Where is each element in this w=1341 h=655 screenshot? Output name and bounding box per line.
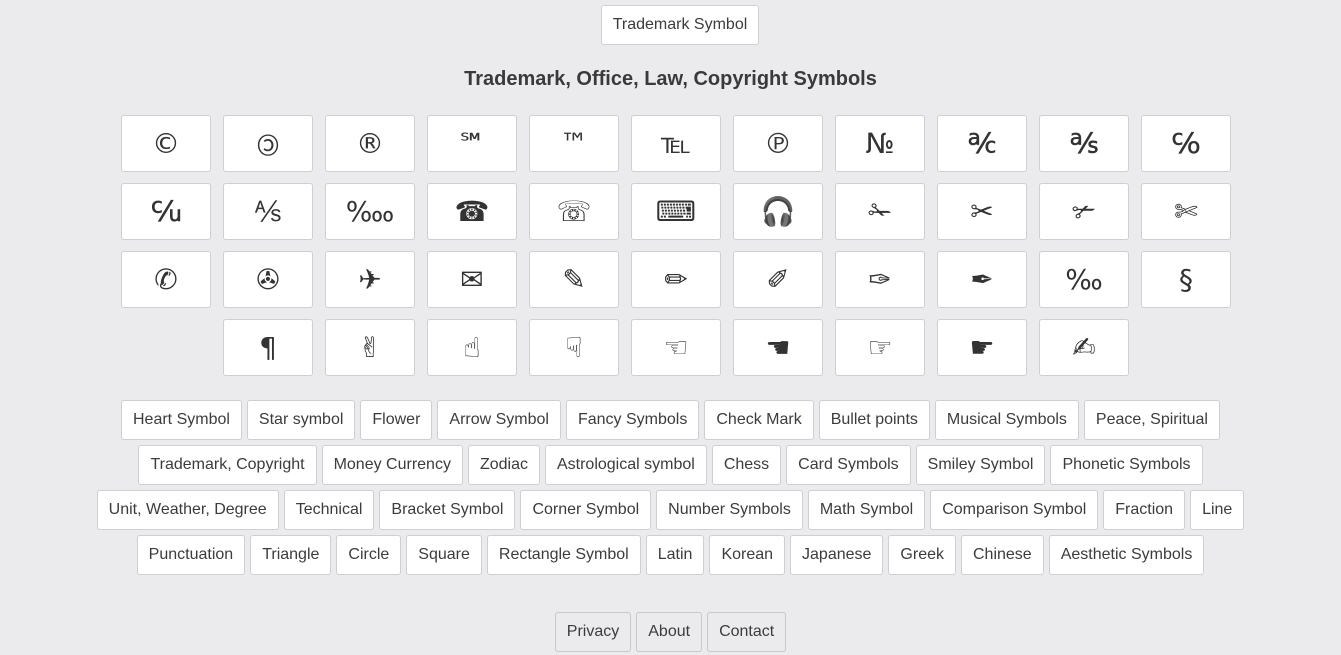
category-musical-symbols-button[interactable]: Musical Symbols — [934, 400, 1079, 440]
symbol-row: © 🄯 ® ℠ ™ ℡ ℗ № ℀ ℁ ℅ — [119, 115, 1233, 172]
writing-hand-icon[interactable]: ✍ — [1039, 319, 1129, 376]
trademark-symbol-button[interactable]: Trademark Symbol — [601, 5, 759, 45]
category-circle-button[interactable]: Circle — [336, 535, 402, 575]
upper-right-pencil-icon[interactable]: ✐ — [733, 251, 823, 308]
page-title: Trademark, Office, Law, Copyright Symbol… — [464, 68, 877, 90]
category-greek-button[interactable]: Greek — [888, 535, 956, 575]
upper-blade-scissors-icon[interactable]: ✁ — [835, 183, 925, 240]
symbol-grid: © 🄯 ® ℠ ™ ℡ ℗ № ℀ ℁ ℅ ℆ ⅍ ‱ ☎ ☏ ⌨ 🎧 ✁ ✂ ✃ ✄ ✆ ✇ ✈ ✉ ✎ ✏ ✐ ✑ ✒ ‰ § ¶ ✌ ☝ ☟ ☜ ☚ ☞… — [119, 115, 1233, 387]
white-right-pointing-index-icon[interactable]: ☞ — [835, 319, 925, 376]
category-math-symbol-button[interactable]: Math Symbol — [807, 490, 926, 530]
per-mille-sign-icon[interactable]: ‰ — [1039, 251, 1129, 308]
category-astrological-symbol-button[interactable]: Astrological symbol — [544, 445, 707, 485]
category-bullet-points-button[interactable]: Bullet points — [818, 400, 930, 440]
lower-blade-scissors-icon[interactable]: ✃ — [1039, 183, 1129, 240]
black-nib-icon[interactable]: ✒ — [937, 251, 1027, 308]
category-flower-button[interactable]: Flower — [360, 400, 433, 440]
telephone-location-sign-icon[interactable]: ✆ — [121, 251, 211, 308]
telephone-sign-icon[interactable]: ℡ — [631, 115, 721, 172]
victory-hand-icon[interactable]: ✌ — [325, 319, 415, 376]
cada-una-icon[interactable]: ℆ — [121, 183, 211, 240]
category-fraction-button[interactable]: Fraction — [1103, 490, 1186, 530]
addressed-to-subject-icon[interactable]: ℁ — [1039, 115, 1129, 172]
category-japanese-button[interactable]: Japanese — [790, 535, 884, 575]
care-of-icon[interactable]: ℅ — [1141, 115, 1231, 172]
trademark-sign-icon[interactable]: ™ — [529, 115, 619, 172]
pilcrow-sign-icon[interactable]: ¶ — [223, 319, 313, 376]
category-triangle-button[interactable]: Triangle — [250, 535, 332, 575]
footer-nav: Privacy About Contact — [0, 612, 1341, 652]
lower-right-pencil-icon[interactable]: ✎ — [529, 251, 619, 308]
category-trademark-copyright-button[interactable]: Trademark, Copyright — [138, 445, 317, 485]
pencil-icon[interactable]: ✏ — [631, 251, 721, 308]
footer-contact-link[interactable]: Contact — [707, 612, 787, 652]
category-corner-symbol-button[interactable]: Corner Symbol — [520, 490, 652, 530]
black-right-pointing-index-icon[interactable]: ☛ — [937, 319, 1027, 376]
symbol-row: ¶ ✌ ☝ ☟ ☜ ☚ ☞ ☛ ✍ — [119, 319, 1233, 376]
category-square-button[interactable]: Square — [406, 535, 482, 575]
category-card-symbols-button[interactable]: Card Symbols — [786, 445, 911, 485]
category-unit-weather-degree-button[interactable]: Unit, Weather, Degree — [96, 490, 279, 530]
category-arrow-symbol-button[interactable]: Arrow Symbol — [437, 400, 561, 440]
aktieselskab-icon[interactable]: ⅍ — [223, 183, 313, 240]
category-chess-button[interactable]: Chess — [711, 445, 782, 485]
black-left-pointing-index-icon[interactable]: ☚ — [733, 319, 823, 376]
category-number-symbols-button[interactable]: Number Symbols — [656, 490, 803, 530]
keyboard-icon[interactable]: ⌨ — [631, 183, 721, 240]
category-zodiac-button[interactable]: Zodiac — [467, 445, 540, 485]
category-latin-button[interactable]: Latin — [645, 535, 705, 575]
headphones-icon[interactable]: 🎧 — [733, 183, 823, 240]
category-heart-symbol-button[interactable]: Heart Symbol — [121, 400, 242, 440]
per-ten-thousand-icon[interactable]: ‱ — [325, 183, 415, 240]
category-check-mark-button[interactable]: Check Mark — [704, 400, 814, 440]
symbol-row: ✆ ✇ ✈ ✉ ✎ ✏ ✐ ✑ ✒ ‰ § — [119, 251, 1233, 308]
white-nib-icon[interactable]: ✑ — [835, 251, 925, 308]
footer-privacy-link[interactable]: Privacy — [554, 612, 632, 652]
tape-drive-icon[interactable]: ✇ — [223, 251, 313, 308]
white-down-pointing-index-icon[interactable]: ☟ — [529, 319, 619, 376]
category-rectangle-symbol-button[interactable]: Rectangle Symbol — [486, 535, 641, 575]
black-scissors-icon[interactable]: ✂ — [937, 183, 1027, 240]
service-mark-icon[interactable]: ℠ — [427, 115, 517, 172]
category-fancy-symbols-button[interactable]: Fancy Symbols — [565, 400, 700, 440]
white-telephone-icon[interactable]: ☏ — [529, 183, 619, 240]
footer-about-link[interactable]: About — [636, 612, 703, 652]
white-left-pointing-index-icon[interactable]: ☜ — [631, 319, 721, 376]
category-buttons: Heart Symbol Star symbol Flower Arrow Symbo… — [0, 400, 1341, 580]
category-chinese-button[interactable]: Chinese — [961, 535, 1044, 575]
category-line-button[interactable]: Line — [1190, 490, 1245, 530]
white-scissors-icon[interactable]: ✄ — [1141, 183, 1231, 240]
category-row: Heart Symbol Star symbol Flower Arrow Symbo… — [0, 400, 1341, 440]
symbol-row: ℆ ⅍ ‱ ☎ ☏ ⌨ 🎧 ✁ ✂ ✃ ✄ — [119, 183, 1233, 240]
category-row: Unit, Weather, Degree Technical Bracket Sy… — [0, 490, 1341, 530]
registered-sign-icon[interactable]: ® — [325, 115, 415, 172]
category-smiley-symbol-button[interactable]: Smiley Symbol — [915, 445, 1046, 485]
category-bracket-symbol-button[interactable]: Bracket Symbol — [379, 490, 516, 530]
category-phonetic-symbols-button[interactable]: Phonetic Symbols — [1050, 445, 1203, 485]
category-peace-spiritual-button[interactable]: Peace, Spiritual — [1083, 400, 1220, 440]
category-punctuation-button[interactable]: Punctuation — [136, 535, 246, 575]
account-of-icon[interactable]: ℀ — [937, 115, 1027, 172]
airplane-icon[interactable]: ✈ — [325, 251, 415, 308]
category-aesthetic-symbols-button[interactable]: Aesthetic Symbols — [1048, 535, 1205, 575]
category-comparison-symbol-button[interactable]: Comparison Symbol — [930, 490, 1099, 530]
category-row: Trademark, Copyright Money Currency Zodiac… — [0, 445, 1341, 485]
circled-c-icon[interactable]: 🄯 — [223, 115, 313, 172]
numero-sign-icon[interactable]: № — [835, 115, 925, 172]
category-star-symbol-button[interactable]: Star symbol — [246, 400, 356, 440]
sound-recording-copyright-icon[interactable]: ℗ — [733, 115, 823, 172]
envelope-icon[interactable]: ✉ — [427, 251, 517, 308]
category-row: Punctuation Triangle Circle Square Rectangle… — [0, 535, 1341, 575]
index-pointing-up-icon[interactable]: ☝ — [427, 319, 517, 376]
category-money-currency-button[interactable]: Money Currency — [321, 445, 463, 485]
category-technical-button[interactable]: Technical — [283, 490, 375, 530]
category-korean-button[interactable]: Korean — [709, 535, 786, 575]
copyright-sign-icon[interactable]: © — [121, 115, 211, 172]
section-sign-icon[interactable]: § — [1141, 251, 1231, 308]
black-telephone-icon[interactable]: ☎ — [427, 183, 517, 240]
